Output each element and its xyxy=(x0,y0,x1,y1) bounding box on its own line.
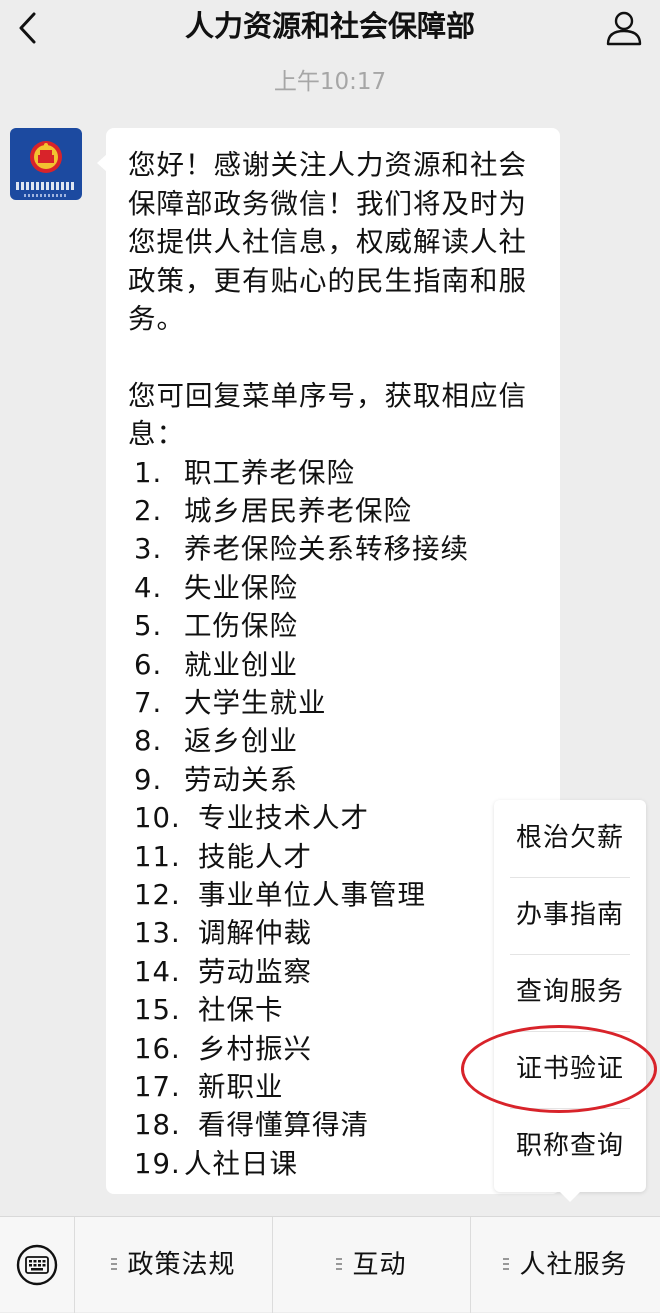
list-item: 17. 新职业 xyxy=(134,1071,284,1103)
list-item: 12. 事业单位人事管理 xyxy=(134,878,426,911)
list-item: 6. 就业创业 xyxy=(134,648,298,681)
message-timestamp: 上午10:17 xyxy=(273,69,387,95)
list-item: 15. 社保卡 xyxy=(134,994,284,1027)
national-emblem-icon xyxy=(30,141,62,173)
submenu-item-service-guide[interactable]: 办事指南 xyxy=(494,877,646,954)
list-item: 11. 技能人才 xyxy=(134,840,312,873)
submenu-item-query-service[interactable]: 查询服务 xyxy=(494,954,646,1031)
tab-interaction[interactable]: 互动 xyxy=(272,1217,470,1313)
list-item: 3. 养老保险关系转移接续 xyxy=(134,533,469,566)
service-submenu: 根治欠薪 办事指南 查询服务 证书验证 职称查询 xyxy=(494,800,646,1202)
menu-number-list: 1. 职工养老保险 2. 城乡居民养老保险 3. 养老保险关系转移接续 4. 失业保险 … xyxy=(128,454,540,1184)
list-item: 14. 劳动监察 xyxy=(134,955,312,988)
list-item: 8. 返乡创业 xyxy=(134,725,298,758)
list-item: 7. 大学生就业 xyxy=(134,686,327,719)
greeting-text: 您好！感谢关注人力资源和社会保障部政务微信！我们将及时为您提供人社信息，权威解读… xyxy=(128,149,527,335)
chevron-left-icon xyxy=(19,12,36,44)
submenu-item-wage-arrears[interactable]: 根治欠薪 xyxy=(494,800,646,877)
tab-policy-regulations[interactable]: 政策法规 xyxy=(74,1217,272,1313)
avatar-subcaption xyxy=(24,194,68,197)
list-item: 10. 专业技术人才 xyxy=(134,802,369,835)
bottom-menu-bar: 政策法规 互动 人社服务 xyxy=(0,1216,660,1313)
list-item: 13. 调解仲裁 xyxy=(134,917,312,950)
menu-lines-icon xyxy=(336,1257,343,1270)
chat-title: 人力资源和社会保障部 xyxy=(184,9,475,43)
list-item: 18. 看得懂算得清 xyxy=(134,1109,369,1142)
profile-button[interactable] xyxy=(596,0,652,56)
keyboard-icon xyxy=(16,1244,58,1286)
list-item: 2. 城乡居民养老保险 xyxy=(134,494,412,527)
list-item: 9. 劳动关系 xyxy=(134,763,298,796)
chat-header: 人力资源和社会保障部 xyxy=(0,0,660,56)
menu-lines-icon xyxy=(503,1257,510,1270)
list-item: 16. 乡村振兴 xyxy=(134,1032,312,1065)
back-button[interactable] xyxy=(4,0,52,56)
list-item: 5. 工伤保险 xyxy=(134,610,298,643)
avatar-caption xyxy=(16,182,76,190)
message-bubble: 您好！感谢关注人力资源和社会保障部政务微信！我们将及时为您提供人社信息，权威解读… xyxy=(97,128,560,1194)
person-icon xyxy=(606,11,642,46)
keyboard-toggle-button[interactable] xyxy=(0,1217,74,1313)
list-item: 1. 职工养老保险 xyxy=(134,456,355,489)
menu-prompt-text: 您可回复菜单序号，获取相应信息： xyxy=(128,379,527,451)
submenu-item-certificate-verify[interactable]: 证书验证 xyxy=(494,1031,646,1108)
menu-lines-icon xyxy=(111,1257,118,1270)
account-avatar[interactable] xyxy=(10,128,82,200)
tab-hr-services[interactable]: 人社服务 xyxy=(470,1217,660,1313)
list-item: 19. 人社日课 xyxy=(134,1147,298,1180)
submenu-item-title-query[interactable]: 职称查询 xyxy=(494,1108,646,1185)
list-item: 4. 失业保险 xyxy=(134,571,298,604)
